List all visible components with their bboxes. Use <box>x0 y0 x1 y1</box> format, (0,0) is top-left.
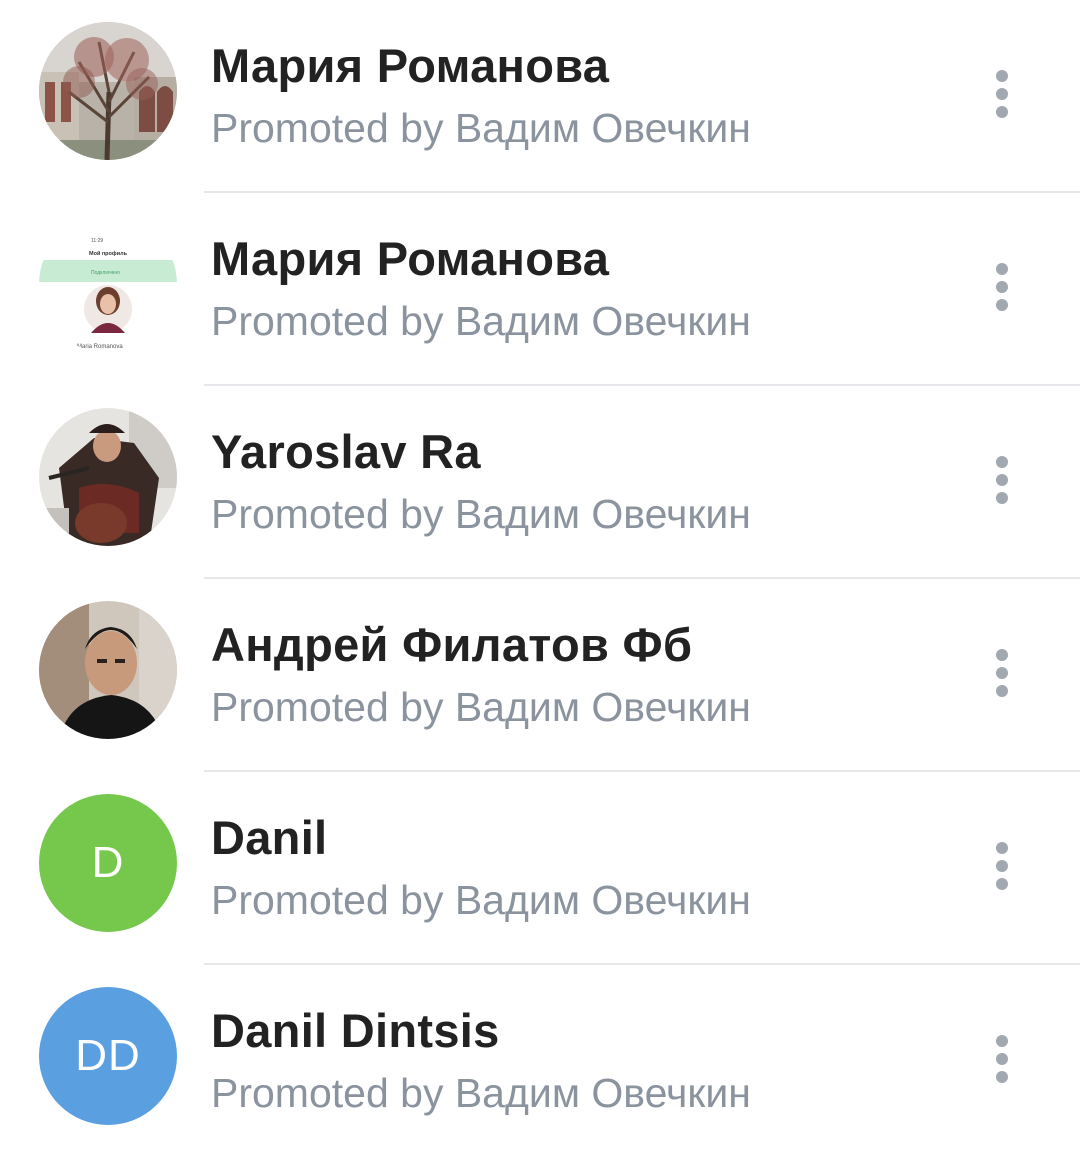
more-vertical-icon[interactable] <box>986 645 1018 701</box>
avatar <box>39 601 177 739</box>
member-name: Yaroslav Ra <box>211 425 481 478</box>
profile-name: Maria Romanova <box>77 344 123 350</box>
promoted-by-label: Promoted by Вадим Овечкин <box>211 684 751 730</box>
more-vertical-icon[interactable] <box>986 838 1018 894</box>
list-item[interactable]: DD Danil Dintsis Promoted by Вадим Овечк… <box>0 965 1080 1158</box>
promoted-by-label: Promoted by Вадим Овечкин <box>211 105 751 151</box>
profile-badge: Подключено <box>91 270 120 276</box>
more-vertical-icon[interactable] <box>986 66 1018 122</box>
more-vertical-icon[interactable] <box>986 452 1018 508</box>
list-item[interactable]: D Danil Promoted by Вадим Овечкин <box>0 772 1080 965</box>
promoted-by-label: Promoted by Вадим Овечкин <box>211 491 751 537</box>
promoted-by-label: Promoted by Вадим Овечкин <box>211 877 751 923</box>
status-time: 11:29 <box>91 238 103 244</box>
list-item[interactable]: 11:29 Мой профиль Подключено Maria Roman… <box>0 193 1080 386</box>
member-name: Мария Романова <box>211 39 610 92</box>
list-item[interactable]: Мария Романова Promoted by Вадим Овечкин <box>0 0 1080 193</box>
list-item[interactable]: Андрей Филатов Фб Promoted by Вадим Овеч… <box>0 579 1080 772</box>
member-name: Андрей Филатов Фб <box>211 618 693 671</box>
member-name: Мария Романова <box>211 232 610 285</box>
promoted-by-label: Promoted by Вадим Овечкин <box>211 298 751 344</box>
more-vertical-icon[interactable] <box>986 259 1018 315</box>
avatar: DD <box>39 987 177 1125</box>
list-item[interactable]: Yaroslav Ra Promoted by Вадим Овечкин <box>0 386 1080 579</box>
members-list: Мария Романова Promoted by Вадим Овечкин… <box>0 0 1080 1146</box>
avatar: D <box>39 794 177 932</box>
profile-header: Мой профиль <box>89 250 128 257</box>
promoted-by-label: Promoted by Вадим Овечкин <box>211 1070 751 1116</box>
avatar-initials: D <box>91 838 125 887</box>
avatar: 11:29 Мой профиль Подключено Maria Roman… <box>39 215 177 353</box>
member-name: Danil Dintsis <box>211 1004 500 1057</box>
member-name: Danil <box>211 811 328 864</box>
avatar <box>39 22 177 160</box>
avatar-initials: DD <box>75 1031 141 1080</box>
avatar <box>39 408 177 546</box>
more-vertical-icon[interactable] <box>986 1031 1018 1087</box>
